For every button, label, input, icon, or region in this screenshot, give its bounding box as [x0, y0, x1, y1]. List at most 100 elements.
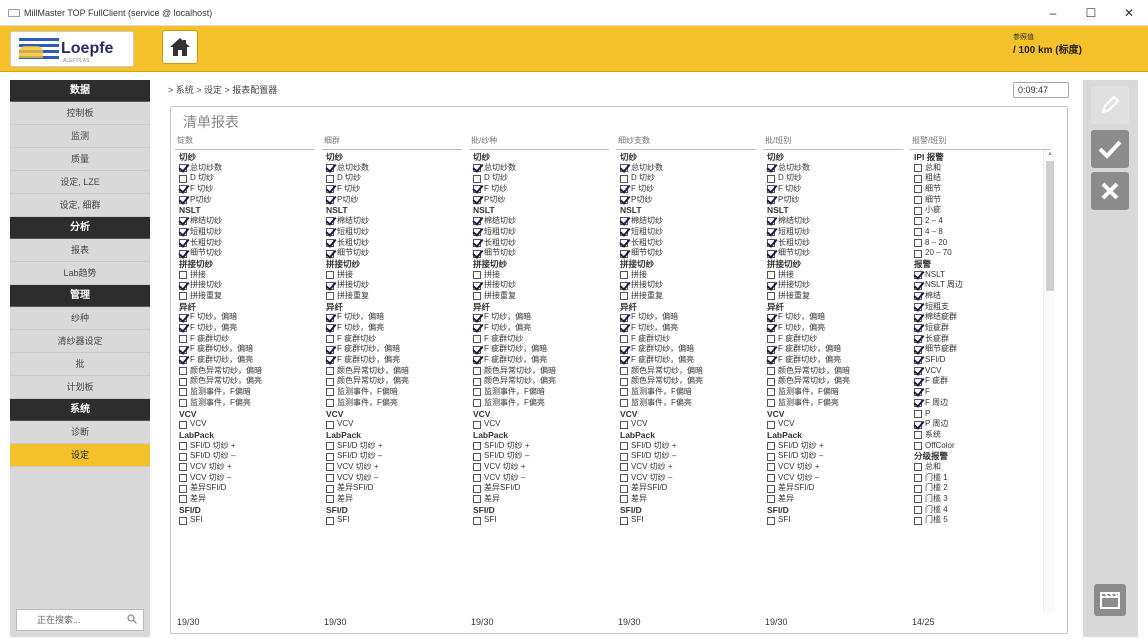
checkbox-item[interactable]: SFI/D 切纱 – — [179, 451, 311, 462]
checkbox-item[interactable]: 门槛 3 — [914, 494, 1046, 505]
unchecked-checkbox[interactable] — [179, 463, 187, 472]
sidebar-item[interactable]: 清纱器设定 — [10, 330, 150, 353]
unchecked-checkbox[interactable] — [914, 441, 922, 450]
unchecked-checkbox[interactable] — [914, 196, 922, 205]
checkbox-item[interactable]: 差异SFI/D — [326, 483, 458, 494]
unchecked-checkbox[interactable] — [473, 516, 481, 525]
checkbox-item[interactable]: NSLT — [914, 270, 1046, 281]
checkbox-item[interactable]: 总切纱数 — [767, 163, 899, 174]
checked-checkbox[interactable] — [914, 335, 922, 344]
sidebar-section-header[interactable]: 分析 — [10, 217, 150, 239]
checkbox-item[interactable]: 棉结切纱 — [767, 216, 899, 227]
unchecked-checkbox[interactable] — [473, 495, 481, 504]
checked-checkbox[interactable] — [620, 345, 628, 354]
checkbox-item[interactable]: 差异 — [767, 494, 899, 505]
checkbox-item[interactable]: F 疵群切纱，偏暗 — [767, 344, 899, 355]
unchecked-checkbox[interactable] — [179, 516, 187, 525]
checkbox-item[interactable]: SFI/D 切纱 – — [326, 451, 458, 462]
unchecked-checkbox[interactable] — [620, 516, 628, 525]
checkbox-item[interactable]: 棉结 — [914, 291, 1046, 302]
unchecked-checkbox[interactable] — [914, 463, 922, 472]
checkbox-item[interactable]: 差异SFI/D — [179, 483, 311, 494]
checked-checkbox[interactable] — [620, 356, 628, 365]
checkbox-item[interactable]: 长粗切纱 — [473, 238, 605, 249]
checked-checkbox[interactable] — [326, 249, 334, 258]
checked-checkbox[interactable] — [767, 345, 775, 354]
unchecked-checkbox[interactable] — [179, 270, 187, 279]
checkbox-item[interactable]: 细节切纱 — [179, 248, 311, 259]
checkbox-item[interactable]: 细节疵群 — [914, 344, 1046, 355]
unchecked-checkbox[interactable] — [914, 174, 922, 183]
checkbox-item[interactable]: SFI/D 切纱 + — [179, 441, 311, 452]
checked-checkbox[interactable] — [620, 164, 628, 173]
checked-checkbox[interactable] — [473, 217, 481, 226]
checkbox-item[interactable]: D 切纱 — [326, 173, 458, 184]
checkbox-item[interactable]: F 疵群切纱 — [179, 334, 311, 345]
checkbox-item[interactable]: F 疵群切纱，偏暗 — [620, 344, 752, 355]
unchecked-checkbox[interactable] — [767, 452, 775, 461]
checkbox-item[interactable]: F 切纱 — [767, 184, 899, 195]
checkbox-item[interactable]: 颜色异常切纱，偏亮 — [473, 376, 605, 387]
unchecked-checkbox[interactable] — [179, 495, 187, 504]
unchecked-checkbox[interactable] — [914, 516, 922, 525]
unchecked-checkbox[interactable] — [620, 335, 628, 344]
unchecked-checkbox[interactable] — [620, 399, 628, 408]
checkbox-item[interactable]: 粗结 — [914, 173, 1046, 184]
checked-checkbox[interactable] — [914, 302, 922, 311]
checkbox-item[interactable]: F 疵群切纱 — [620, 334, 752, 345]
checkbox-item[interactable]: 拼接 — [473, 270, 605, 281]
checkbox-item[interactable]: 差异SFI/D — [473, 483, 605, 494]
unchecked-checkbox[interactable] — [914, 185, 922, 194]
unchecked-checkbox[interactable] — [473, 335, 481, 344]
unchecked-checkbox[interactable] — [767, 399, 775, 408]
checkbox-item[interactable]: VCV 切纱 + — [620, 462, 752, 473]
checkbox-item[interactable]: 20 – 70 — [914, 248, 1046, 259]
checked-checkbox[interactable] — [914, 388, 922, 397]
checkbox-item[interactable]: 长粗切纱 — [620, 238, 752, 249]
unchecked-checkbox[interactable] — [473, 377, 481, 386]
checked-checkbox[interactable] — [767, 324, 775, 333]
unchecked-checkbox[interactable] — [179, 367, 187, 376]
checked-checkbox[interactable] — [326, 238, 334, 247]
unchecked-checkbox[interactable] — [326, 367, 334, 376]
checkbox-item[interactable]: 细节 — [914, 195, 1046, 206]
checked-checkbox[interactable] — [326, 324, 334, 333]
checkbox-item[interactable]: 细节切纱 — [473, 248, 605, 259]
unchecked-checkbox[interactable] — [179, 441, 187, 450]
checked-checkbox[interactable] — [914, 281, 922, 290]
checked-checkbox[interactable] — [179, 238, 187, 247]
unchecked-checkbox[interactable] — [473, 420, 481, 429]
checkbox-item[interactable]: F 疵群切纱，偏亮 — [179, 355, 311, 366]
sidebar-item[interactable]: 监测 — [10, 125, 150, 148]
checkbox-item[interactable]: P切纱 — [179, 195, 311, 206]
unchecked-checkbox[interactable] — [914, 228, 922, 237]
checkbox-item[interactable]: 短疵群 — [914, 323, 1046, 334]
checkbox-item[interactable]: 长粗切纱 — [326, 238, 458, 249]
checkbox-item[interactable]: 差异SFI/D — [620, 483, 752, 494]
unchecked-checkbox[interactable] — [620, 463, 628, 472]
minimize-button[interactable]: – — [1034, 0, 1072, 26]
checkbox-item[interactable]: 细节切纱 — [326, 248, 458, 259]
unchecked-checkbox[interactable] — [179, 174, 187, 183]
unchecked-checkbox[interactable] — [473, 463, 481, 472]
checkbox-item[interactable]: SFI/D 切纱 + — [473, 441, 605, 452]
unchecked-checkbox[interactable] — [326, 335, 334, 344]
sidebar-item[interactable]: Lab趋势 — [10, 262, 150, 285]
unchecked-checkbox[interactable] — [179, 292, 187, 301]
checked-checkbox[interactable] — [326, 164, 334, 173]
checkbox-item[interactable]: 拼接 — [179, 270, 311, 281]
checked-checkbox[interactable] — [914, 356, 922, 365]
checkbox-item[interactable]: F 切纱，偏暗 — [620, 312, 752, 323]
unchecked-checkbox[interactable] — [620, 367, 628, 376]
checkbox-item[interactable]: SFI/D 切纱 – — [473, 451, 605, 462]
checkbox-item[interactable]: P切纱 — [767, 195, 899, 206]
unchecked-checkbox[interactable] — [620, 388, 628, 397]
checkbox-item[interactable]: F 疵群切纱 — [473, 334, 605, 345]
checkbox-item[interactable]: 拼接切纱 — [179, 280, 311, 291]
checked-checkbox[interactable] — [473, 356, 481, 365]
checked-checkbox[interactable] — [326, 185, 334, 194]
checkbox-item[interactable]: 颜色异常切纱，偏暗 — [473, 366, 605, 377]
unchecked-checkbox[interactable] — [179, 388, 187, 397]
checked-checkbox[interactable] — [620, 324, 628, 333]
sidebar-item[interactable]: 批 — [10, 353, 150, 376]
